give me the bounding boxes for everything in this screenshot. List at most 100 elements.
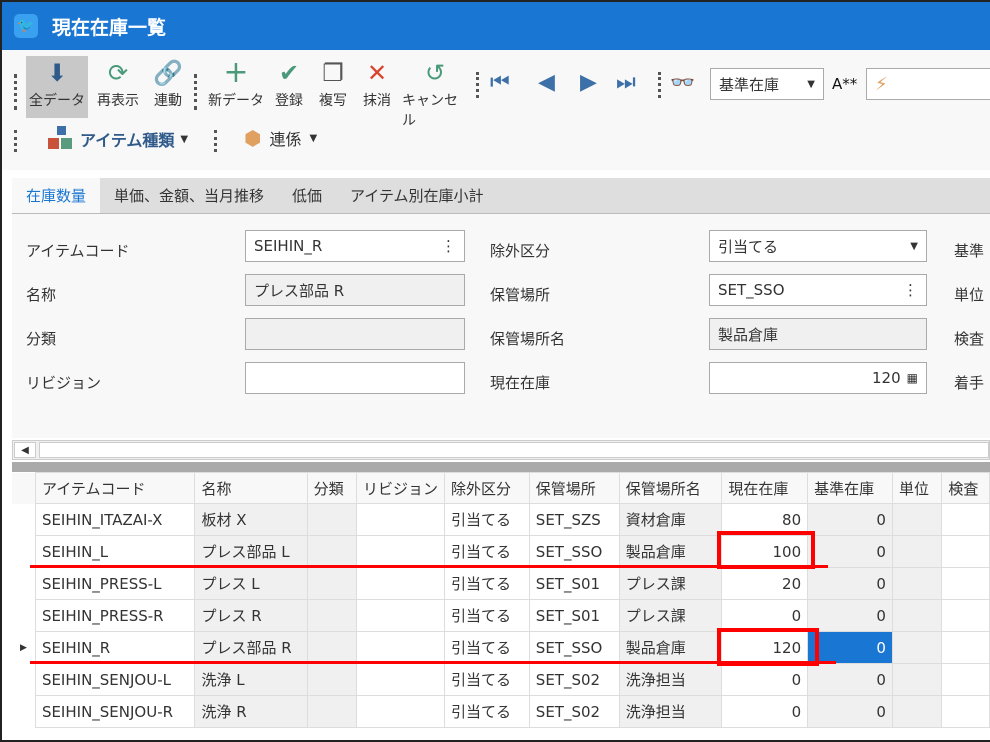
- grid-cell[interactable]: [941, 631, 990, 664]
- grid-cell[interactable]: [355, 695, 445, 728]
- grid-cell[interactable]: [306, 599, 357, 632]
- grid-cell[interactable]: [306, 695, 357, 728]
- table-row[interactable]: SEIHIN_SENJOU-L 洗浄 L 引当てる SET_S02 洗浄担当 0 0: [12, 663, 990, 696]
- grid-cell[interactable]: [891, 663, 943, 696]
- grid-cell[interactable]: 引当てる: [443, 535, 530, 568]
- grid-cell[interactable]: [355, 663, 445, 696]
- horizontal-scrollbar[interactable]: ◀: [12, 440, 990, 460]
- grid-cell[interactable]: 製品倉庫: [618, 535, 723, 568]
- column-header[interactable]: アイテムコード: [34, 472, 196, 504]
- table-row[interactable]: SEIHIN_PRESS-R プレス R 引当てる SET_S01 プレス課 0 0: [12, 599, 990, 632]
- grid-cell[interactable]: 0: [807, 663, 893, 696]
- cancel-button[interactable]: ↺ キャンセル: [402, 56, 468, 129]
- grid-cell[interactable]: [306, 567, 357, 600]
- grid-cell[interactable]: 0: [807, 695, 893, 728]
- grid-cell[interactable]: 0: [807, 631, 893, 664]
- relation-dropdown[interactable]: ⬢ 連係 ▼: [244, 126, 317, 150]
- table-row[interactable]: SEIHIN_PRESS-L プレス L 引当てる SET_S01 プレス課 20 0: [12, 567, 990, 600]
- prev-record-icon[interactable]: ◀: [538, 70, 555, 95]
- refresh-button[interactable]: ⟳ 再表示: [92, 56, 144, 118]
- grid-cell[interactable]: 引当てる: [443, 663, 530, 696]
- row-header[interactable]: [12, 567, 36, 600]
- toolbar-grip[interactable]: [194, 74, 198, 110]
- toolbar-grip[interactable]: [476, 72, 480, 98]
- grid-cell[interactable]: 製品倉庫: [618, 631, 723, 664]
- grid-cell[interactable]: [306, 503, 357, 536]
- grid-cell[interactable]: SEIHIN_SENJOU-R: [34, 695, 196, 728]
- binoculars-icon[interactable]: 👓: [670, 70, 695, 94]
- current-row-indicator-icon[interactable]: ▶: [12, 631, 36, 664]
- grid-cell[interactable]: [891, 535, 943, 568]
- current-stock-field[interactable]: 120 ▦: [709, 362, 927, 394]
- grid-cell[interactable]: プレス課: [618, 599, 723, 632]
- grid-cell[interactable]: SEIHIN_PRESS-L: [34, 567, 196, 600]
- grid-cell[interactable]: 0: [721, 599, 809, 632]
- grid-cell[interactable]: 0: [807, 599, 893, 632]
- grid-cell[interactable]: SET_SSO: [528, 631, 620, 664]
- grid-cell[interactable]: [941, 695, 990, 728]
- location-field[interactable]: SET_SSO ⋮: [709, 274, 927, 306]
- grid-cell[interactable]: 0: [721, 663, 809, 696]
- grid-cell[interactable]: 洗浄 L: [194, 663, 308, 696]
- row-header[interactable]: [12, 535, 36, 568]
- grid-cell[interactable]: 洗浄 R: [194, 695, 308, 728]
- column-header[interactable]: 現在在庫: [721, 472, 809, 504]
- grid-cell[interactable]: 0: [807, 567, 893, 600]
- revision-field[interactable]: [245, 362, 465, 394]
- grid-cell[interactable]: 板材 X: [194, 503, 308, 536]
- toolbar-grip[interactable]: [14, 74, 18, 110]
- grid-cell[interactable]: [891, 695, 943, 728]
- column-header[interactable]: 単位: [891, 472, 943, 504]
- search-mode-label[interactable]: A**: [832, 75, 857, 93]
- grid-cell[interactable]: 0: [807, 535, 893, 568]
- grid-cell[interactable]: 引当てる: [443, 503, 530, 536]
- row-header[interactable]: [12, 503, 36, 536]
- table-row[interactable]: SEIHIN_SENJOU-R 洗浄 R 引当てる SET_S02 洗浄担当 0 0: [12, 695, 990, 728]
- grid-cell[interactable]: SEIHIN_R: [34, 631, 196, 664]
- more-vertical-icon[interactable]: ⋮: [441, 237, 456, 255]
- grid-cell[interactable]: [306, 535, 357, 568]
- grid-cell[interactable]: SET_S02: [528, 663, 620, 696]
- grid-cell[interactable]: プレス R: [194, 599, 308, 632]
- grid-cell[interactable]: SEIHIN_ITAZAI-X: [34, 503, 196, 536]
- grid-cell[interactable]: プレス部品 L: [194, 535, 308, 568]
- column-header[interactable]: リビジョン: [355, 472, 445, 504]
- grid-cell[interactable]: プレス L: [194, 567, 308, 600]
- all-data-button[interactable]: ⬇ 全データ: [26, 56, 88, 118]
- grid-cell[interactable]: [941, 599, 990, 632]
- item-type-dropdown[interactable]: アイテム種類 ▼: [48, 126, 188, 152]
- grid-cell[interactable]: 資材倉庫: [618, 503, 723, 536]
- grid-cell[interactable]: 引当てる: [443, 599, 530, 632]
- sort-combo[interactable]: 基準在庫 ▼: [710, 68, 824, 100]
- grid-cell[interactable]: SET_S01: [528, 567, 620, 600]
- search-input[interactable]: ⚡: [866, 68, 990, 100]
- grid-cell[interactable]: 0: [721, 695, 809, 728]
- grid-cell[interactable]: SET_SSO: [528, 535, 620, 568]
- column-header[interactable]: 保管場所名: [618, 472, 723, 504]
- grid-cell[interactable]: プレス課: [618, 567, 723, 600]
- next-record-icon[interactable]: ▶: [580, 70, 597, 95]
- tab-low-price[interactable]: 低価: [278, 178, 336, 213]
- toolbar-grip[interactable]: [14, 130, 18, 152]
- grid-cell[interactable]: [891, 567, 943, 600]
- grid-cell[interactable]: SEIHIN_L: [34, 535, 196, 568]
- grid-cell[interactable]: SEIHIN_PRESS-R: [34, 599, 196, 632]
- table-row[interactable]: ▶ SEIHIN_R プレス部品 R 引当てる SET_SSO 製品倉庫 120 0: [12, 631, 990, 664]
- link-button[interactable]: 🔗 連動: [148, 56, 188, 118]
- column-header[interactable]: 除外区分: [443, 472, 530, 504]
- grid-cell[interactable]: 洗浄担当: [618, 663, 723, 696]
- column-header[interactable]: 検査: [941, 472, 990, 504]
- first-record-icon[interactable]: ⏮: [490, 70, 510, 95]
- more-vertical-icon[interactable]: ⋮: [903, 281, 918, 299]
- column-header[interactable]: 保管場所: [528, 472, 620, 504]
- new-data-button[interactable]: + 新データ: [206, 56, 266, 118]
- last-record-icon[interactable]: ⏭: [616, 70, 636, 95]
- grid-cell[interactable]: [306, 663, 357, 696]
- calculator-icon[interactable]: ▦: [907, 371, 918, 385]
- grid-cell[interactable]: 0: [807, 503, 893, 536]
- row-header[interactable]: [12, 599, 36, 632]
- grid-cell[interactable]: 引当てる: [443, 567, 530, 600]
- grid-cell[interactable]: [306, 631, 357, 664]
- table-row[interactable]: SEIHIN_L プレス部品 L 引当てる SET_SSO 製品倉庫 100 0: [12, 535, 990, 568]
- register-button[interactable]: ✔ 登録: [270, 56, 308, 118]
